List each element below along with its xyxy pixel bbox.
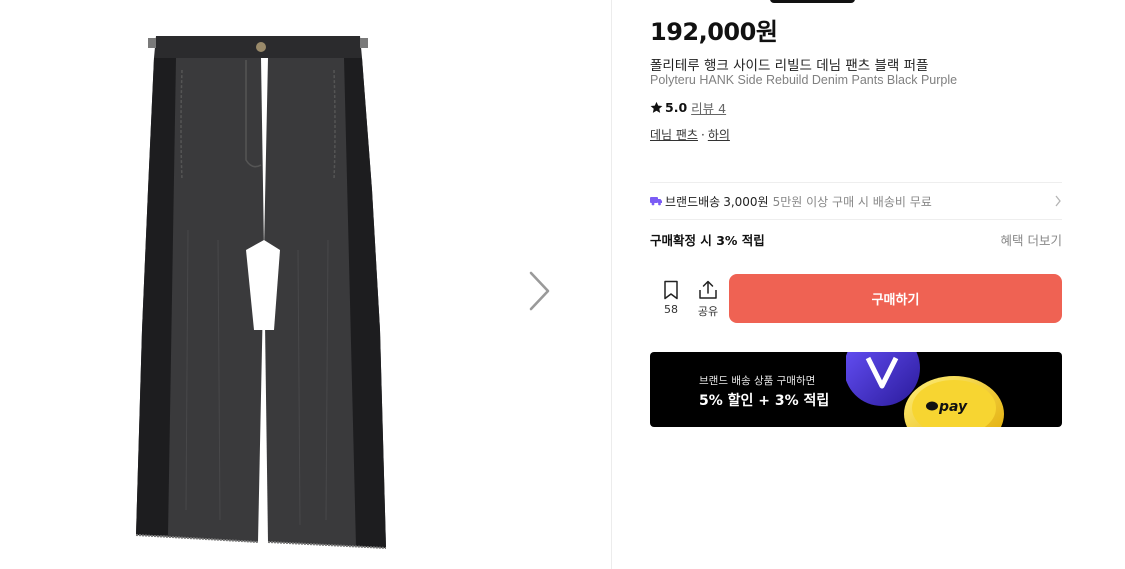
category-separator: · <box>700 128 705 142</box>
share-label: 공유 <box>697 305 719 318</box>
category-link-bottoms[interactable]: 하의 <box>708 128 730 142</box>
star-icon <box>650 101 663 113</box>
top-tab-indicator <box>770 0 855 3</box>
shipping-info-row[interactable]: 브랜드배송 3,000원 5만원 이상 구매 시 배송비 무료 <box>650 183 1062 219</box>
shipping-fee: 3,000원 <box>723 194 769 209</box>
pay-text: pay <box>938 399 968 415</box>
product-info-panel: 192,000원 폴리테루 행크 사이드 리빌드 데님 팬츠 블랙 퍼플 Pol… <box>650 0 1062 569</box>
share-icon <box>699 280 717 299</box>
bookmark-count: 58 <box>664 303 678 316</box>
product-name-english: Polyteru HANK Side Rebuild Denim Pants B… <box>650 73 958 87</box>
more-benefits-link[interactable]: 혜택 더보기 <box>1001 230 1062 249</box>
banner-subtitle: 브랜드 배송 상품 구매하면 <box>699 375 816 387</box>
product-gallery <box>0 0 612 569</box>
chevron-right-icon <box>1055 195 1061 207</box>
rating-row: 5.0 리뷰 4 <box>650 98 726 117</box>
product-price: 192,000원 <box>650 18 778 46</box>
promo-banner[interactable]: 브랜드 배송 상품 구매하면 5% 할인 + 3% 적립 pay <box>650 352 1062 427</box>
product-name-korean: 폴리테루 행크 사이드 리빌드 데님 팬츠 블랙 퍼플 <box>650 58 929 74</box>
category-breadcrumb: 데님 팬츠 · 하의 <box>650 126 730 143</box>
pay-coin-illustration: pay <box>846 352 1004 427</box>
bookmark-icon <box>664 280 678 300</box>
points-row: 구매확정 시 3% 적립 혜택 더보기 <box>650 230 1062 249</box>
category-link-denim-pants[interactable]: 데님 팬츠 <box>650 128 698 142</box>
shipping-note: 5만원 이상 구매 시 배송비 무료 <box>772 194 932 209</box>
banner-title: 5% 할인 + 3% 적립 <box>699 393 830 409</box>
share-button[interactable]: 공유 <box>693 280 723 319</box>
review-link[interactable]: 리뷰 4 <box>691 98 726 117</box>
next-image-chevron-icon[interactable] <box>522 268 558 314</box>
action-row: 58 공유 구매하기 <box>650 274 1062 323</box>
product-image <box>135 36 387 549</box>
bookmark-button[interactable]: 58 <box>656 280 686 316</box>
divider <box>650 219 1062 220</box>
buy-button[interactable]: 구매하기 <box>729 274 1062 323</box>
rating-value: 5.0 <box>665 100 688 115</box>
truck-icon <box>650 197 662 206</box>
points-label: 구매확정 시 3% 적립 <box>650 233 765 248</box>
shipping-label: 브랜드배송 <box>665 194 721 209</box>
